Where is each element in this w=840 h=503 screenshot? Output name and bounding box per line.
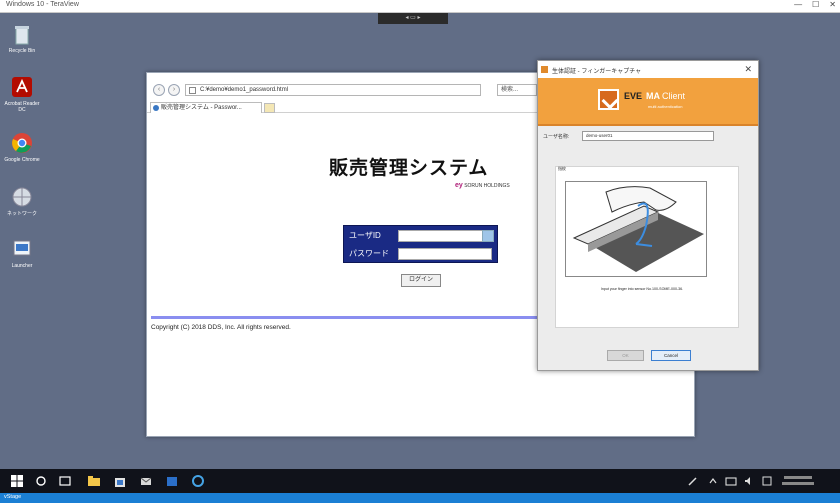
copyright-text: Copyright (C) 2018 DDS, Inc. All rights …	[151, 324, 291, 331]
network-status-icon[interactable]	[724, 474, 738, 488]
chrome-icon	[10, 131, 34, 155]
minimize-button[interactable]: —	[794, 0, 802, 13]
start-icon[interactable]	[10, 474, 24, 488]
close-icon[interactable]: ✕	[744, 64, 752, 75]
app-icon	[541, 66, 548, 73]
back-button[interactable]: ‹	[153, 84, 165, 96]
new-tab-button[interactable]	[264, 103, 275, 113]
logo-ma-text: MA	[646, 91, 660, 101]
status-text: vStage	[4, 494, 22, 500]
address-text: C:¥demo¥demo1_password.html	[200, 87, 289, 93]
password-row: パスワード	[346, 246, 497, 262]
logo-subtitle: multi authentication	[648, 104, 683, 109]
maximize-button[interactable]: ☐	[812, 0, 819, 13]
status-bar: vStage	[0, 493, 840, 503]
ie-icon	[153, 105, 159, 111]
dialog-title: 生体認証 - フィンガーキャプチャ	[552, 69, 642, 75]
file-explorer-icon[interactable]	[87, 474, 101, 488]
desktop-icon-label: Acrobat Reader DC	[4, 101, 40, 113]
company-logo: ey SORUN HOLDINGS	[455, 182, 510, 189]
network-icon	[10, 185, 34, 209]
search-input[interactable]: 検索...	[497, 84, 537, 96]
close-button[interactable]: ✕	[829, 0, 836, 13]
tray-chevron-icon[interactable]	[706, 474, 720, 488]
user-name-label: ユーザ名称:	[543, 134, 570, 140]
search-icon[interactable]	[34, 474, 48, 488]
ie-icon[interactable]	[191, 474, 205, 488]
outer-title-bar: Windows 10 - TeraView — ☐ ✕	[0, 0, 840, 13]
ok-button[interactable]: OK	[607, 350, 644, 361]
desktop-icon-label: Google Chrome	[4, 157, 40, 163]
user-id-label: ユーザID	[349, 231, 381, 240]
logo-client-text: Client	[662, 91, 686, 101]
desktop-icon-label: Recycle Bin	[8, 48, 36, 54]
password-input[interactable]	[398, 248, 492, 260]
logo-eve-text: EVE	[624, 91, 643, 101]
volume-icon[interactable]	[742, 474, 756, 488]
eve-logo-icon	[598, 89, 619, 110]
login-button[interactable]: ログイン	[401, 274, 441, 287]
remote-session-toolbar[interactable]: ◂ ▭ ▸	[378, 13, 448, 24]
login-form: ユーザID パスワード	[343, 225, 498, 263]
forward-button[interactable]: ›	[168, 84, 180, 96]
user-name-field[interactable]: demo-user01	[582, 131, 714, 141]
auth-instruction: Input your finger into sensor No.100-SOM…	[600, 287, 684, 291]
desktop-icon-recycle-bin[interactable]: Recycle Bin	[4, 22, 40, 54]
autofill-icon[interactable]	[482, 230, 494, 242]
dialog-banner: EVE MA Client multi authentication	[538, 78, 758, 126]
mail-icon[interactable]	[139, 474, 153, 488]
desktop-icon-network[interactable]: ネットワーク	[4, 185, 40, 217]
desktop-icon-chrome[interactable]: Google Chrome	[4, 131, 40, 163]
page-icon	[189, 87, 196, 94]
company-name: SORUN HOLDINGS	[464, 183, 510, 189]
recycle-bin-icon	[10, 22, 34, 46]
clock[interactable]	[780, 474, 820, 488]
dialog-title-bar: 生体認証 - フィンガーキャプチャ ✕	[538, 61, 758, 78]
address-bar[interactable]: C:¥demo¥demo1_password.html	[185, 84, 481, 96]
store-icon[interactable]	[113, 474, 127, 488]
outlook-icon[interactable]	[165, 474, 179, 488]
auth-tab-fingerprint[interactable]: 指紋	[558, 166, 566, 172]
pen-icon[interactable]	[686, 474, 700, 488]
page-title: 販売管理システム	[329, 157, 489, 179]
tab-label: 販売管理システム - Passwor...	[161, 105, 242, 111]
outer-window-controls: — ☐ ✕	[794, 0, 836, 13]
desktop-icon-acrobat[interactable]: Acrobat Reader DC	[4, 75, 40, 113]
desktop-icon-launcher[interactable]: Launcher	[4, 237, 40, 269]
ime-icon[interactable]	[760, 474, 774, 488]
desktop-icon-label: ネットワーク	[6, 211, 37, 217]
user-id-row: ユーザID	[346, 228, 497, 244]
outer-window-title: Windows 10 - TeraView	[6, 1, 79, 8]
task-view-icon[interactable]	[58, 474, 72, 488]
taskbar	[0, 469, 840, 493]
user-id-input[interactable]	[398, 230, 492, 242]
browser-tab[interactable]: 販売管理システム - Passwor...	[150, 102, 262, 113]
company-logo-mark: ey	[455, 182, 463, 189]
fingerprint-sensor-image	[565, 181, 707, 277]
password-label: パスワード	[349, 249, 389, 258]
app-icon	[10, 237, 34, 261]
eve-ma-dialog: 生体認証 - フィンガーキャプチャ ✕ EVE MA Client multi …	[537, 60, 759, 371]
acrobat-icon	[10, 75, 34, 99]
cancel-button[interactable]: Cancel	[651, 350, 691, 361]
desktop-icon-label: Launcher	[11, 263, 33, 269]
